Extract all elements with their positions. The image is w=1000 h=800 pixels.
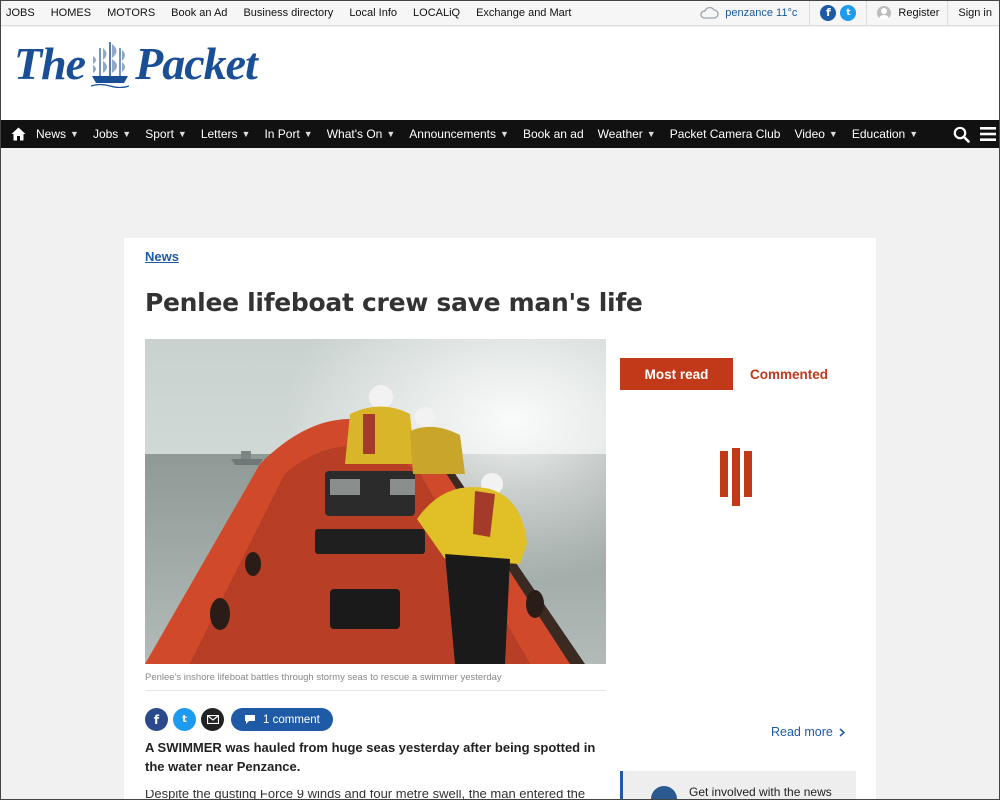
nav-item-whats-on[interactable]: What's On ▼ (327, 127, 396, 141)
share-bar: f t 1 comment (145, 708, 333, 731)
site-logo[interactable]: The Packet (14, 37, 258, 90)
utility-bar: JOBS HOMES MOTORS Book an Ad Business di… (0, 0, 1000, 26)
chevron-down-icon: ▼ (303, 129, 313, 139)
tab-commented[interactable]: Commented (733, 358, 845, 390)
cloud-icon (700, 6, 719, 19)
search-icon[interactable] (953, 126, 970, 143)
utility-link-business-directory[interactable]: Business directory (243, 7, 333, 19)
nav-label: Weather (597, 127, 643, 141)
tab-most-read[interactable]: Most read (620, 358, 733, 390)
loading-spinner-icon (720, 448, 752, 506)
sign-in-link[interactable]: Sign in (947, 0, 1000, 26)
article-body-paragraph: Despite the gusting Force 9 winds and fo… (145, 790, 615, 800)
category-link[interactable]: News (145, 249, 179, 264)
read-more-link[interactable]: Read more (771, 725, 845, 739)
home-icon[interactable] (0, 127, 36, 141)
article-headline: Penlee lifeboat crew save man's life (145, 288, 643, 317)
weather-text: penzance 11°c (725, 6, 798, 19)
nav-label: Letters (200, 127, 238, 141)
lifeboat-photo (145, 339, 606, 664)
nav-label: What's On (326, 127, 383, 141)
main-navigation: News ▼ Jobs ▼ Sport ▼ Letters ▼ In Port ▼ Wha… (0, 120, 1000, 148)
utility-link-jobs[interactable]: JOBS (6, 7, 35, 19)
nav-label: Book an ad (522, 127, 584, 141)
article-lede: A SWIMMER was hauled from huge seas yest… (145, 740, 596, 774)
get-involved-label: Get involved with the news (689, 785, 832, 799)
nav-item-news[interactable]: News ▼ (36, 127, 79, 141)
ship-icon (91, 41, 130, 88)
nav-item-announcements[interactable]: Announcements ▼ (409, 127, 509, 141)
utility-link-local-info[interactable]: Local Info (349, 7, 397, 19)
nav-label: Jobs (92, 127, 119, 141)
nav-label: Announcements (409, 127, 497, 141)
chevron-down-icon: ▼ (241, 129, 251, 139)
sign-in-label[interactable]: Sign in (958, 7, 992, 19)
comments-button[interactable]: 1 comment (231, 708, 333, 731)
register-link[interactable]: Register (867, 0, 947, 26)
nav-label: Sport (145, 127, 174, 141)
nav-item-education[interactable]: Education ▼ (852, 127, 918, 141)
read-more-label: Read more (771, 725, 833, 739)
hamburger-menu-icon[interactable] (980, 127, 996, 141)
utility-link-localiq[interactable]: LOCALiQ (413, 7, 460, 19)
share-twitter-icon[interactable]: t (173, 708, 196, 731)
user-avatar-icon (877, 5, 892, 20)
chevron-down-icon: ▼ (70, 129, 79, 139)
facebook-icon[interactable]: f (820, 4, 837, 21)
article-body-text: Despite the gusting Force 9 winds and fo… (145, 790, 586, 800)
twitter-icon[interactable]: t (840, 4, 857, 21)
logo-word-packet: Packet (135, 38, 258, 89)
share-facebook-icon[interactable]: f (145, 708, 168, 731)
divider (145, 690, 606, 691)
nav-item-jobs[interactable]: Jobs ▼ (93, 127, 131, 141)
weather-widget[interactable]: penzance 11°c (699, 6, 809, 19)
chevron-down-icon: ▼ (646, 129, 656, 139)
nav-label: Video (794, 127, 825, 141)
megaphone-icon (651, 786, 677, 800)
logo-word-the: The (14, 38, 86, 89)
nav-label: News (36, 127, 67, 141)
speech-bubble-icon (245, 715, 255, 724)
loader-bar (732, 448, 740, 506)
article-photo[interactable] (145, 339, 606, 664)
register-label[interactable]: Register (898, 7, 939, 19)
nav-item-packet-camera-club[interactable]: Packet Camera Club (670, 127, 781, 141)
chevron-down-icon: ▼ (177, 129, 187, 139)
utility-link-motors[interactable]: MOTORS (107, 7, 155, 19)
chevron-down-icon: ▼ (828, 129, 838, 139)
loader-bar (720, 451, 728, 497)
utility-link-book-an-ad[interactable]: Book an Ad (171, 7, 227, 19)
nav-item-sport[interactable]: Sport ▼ (145, 127, 187, 141)
get-involved-panel[interactable]: Get involved with the news (620, 771, 856, 800)
nav-item-video[interactable]: Video ▼ (794, 127, 837, 141)
share-email-icon[interactable] (201, 708, 224, 731)
loader-bar (744, 451, 752, 497)
nav-item-in-port[interactable]: In Port ▼ (264, 127, 312, 141)
utility-links: JOBS HOMES MOTORS Book an Ad Business di… (0, 7, 587, 19)
most-read-tabs: Most read Commented (620, 358, 845, 390)
social-links: f t (809, 0, 868, 26)
nav-item-letters[interactable]: Letters ▼ (201, 127, 251, 141)
chevron-down-icon: ▼ (122, 129, 132, 139)
photo-caption: Penlee's inshore lifeboat battles throug… (145, 672, 502, 683)
nav-label: In Port (264, 127, 300, 141)
nav-item-book-an-ad[interactable]: Book an ad (523, 127, 584, 141)
comments-count: 1 comment (263, 713, 320, 726)
utility-link-homes[interactable]: HOMES (51, 7, 91, 19)
nav-item-weather[interactable]: Weather ▼ (598, 127, 656, 141)
article-card: News Penlee lifeboat crew save man's lif… (124, 238, 876, 800)
chevron-down-icon: ▼ (500, 129, 509, 139)
utility-link-exchange-and-mart[interactable]: Exchange and Mart (476, 7, 571, 19)
masthead: The Packet (0, 27, 1000, 120)
chevron-down-icon: ▼ (909, 129, 919, 139)
nav-label: Packet Camera Club (669, 127, 781, 141)
nav-label: Education (851, 127, 906, 141)
chevron-down-icon: ▼ (386, 129, 396, 139)
chevron-right-icon (839, 727, 845, 737)
